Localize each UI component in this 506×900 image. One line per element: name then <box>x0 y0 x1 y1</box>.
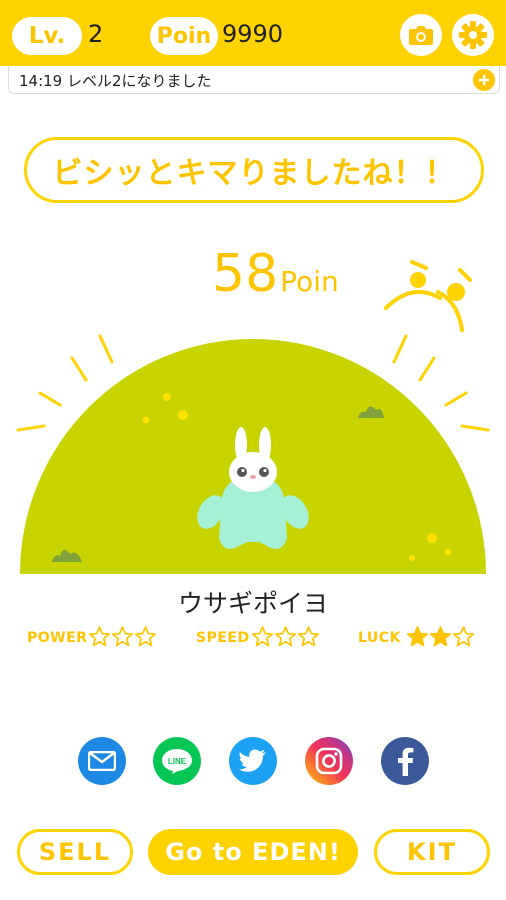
points-value: 9990 <box>222 20 284 48</box>
news-bar: 14:19 レベル2になりました <box>8 66 500 94</box>
mail-icon <box>88 751 116 771</box>
top-bar: Lv. 2 Poin 9990 <box>0 0 506 66</box>
stat-label-power: POWER <box>27 630 88 646</box>
share-twitter-button[interactable] <box>229 737 277 785</box>
star-filled-icon <box>430 626 451 647</box>
stat-stars-speed <box>251 625 320 651</box>
facebook-icon <box>398 747 414 776</box>
expand-news-button[interactable] <box>473 69 495 91</box>
star-empty-icon <box>112 626 133 647</box>
star-empty-icon <box>252 626 273 647</box>
points-badge: Poin <box>150 17 218 55</box>
go-to-eden-button[interactable]: Go to EDEN! <box>148 829 358 875</box>
instagram-icon <box>315 747 343 775</box>
camera-icon <box>409 26 433 45</box>
news-text: 14:19 レベル2になりました <box>19 72 212 90</box>
share-mail-button[interactable] <box>78 737 126 785</box>
share-facebook-button[interactable] <box>381 737 429 785</box>
share-line-button[interactable]: LINE <box>153 737 201 785</box>
stat-label-speed: SPEED <box>196 630 250 646</box>
character-name: ウサギポイヨ <box>177 589 328 618</box>
sell-button[interactable]: SELL <box>17 829 133 875</box>
stat-stars-power <box>88 625 157 651</box>
settings-button[interactable] <box>452 14 494 56</box>
earned-points: 58Poin <box>212 244 339 304</box>
star-filled-icon <box>407 626 428 647</box>
result-message: ビシッとキマりましたね！！ <box>24 137 484 203</box>
gear-icon <box>459 21 487 49</box>
star-empty-icon <box>135 626 156 647</box>
twitter-icon <box>239 749 266 772</box>
points-label: Poin <box>156 23 212 49</box>
stat-label-luck: LUCK <box>358 630 401 646</box>
svg-text:LINE: LINE <box>168 757 187 766</box>
level-value: 2 <box>88 20 104 48</box>
star-empty-icon <box>453 626 474 647</box>
earned-points-value: 58 <box>212 244 279 304</box>
camera-button[interactable] <box>400 14 442 56</box>
kit-button[interactable]: KIT <box>374 829 490 875</box>
stat-stars-luck <box>406 625 475 651</box>
plus-icon <box>479 75 489 85</box>
star-empty-icon <box>298 626 319 647</box>
star-empty-icon <box>275 626 296 647</box>
level-badge: Lv. <box>12 17 82 55</box>
share-instagram-button[interactable] <box>305 737 353 785</box>
star-empty-icon <box>89 626 110 647</box>
pointing-hand <box>384 260 472 332</box>
level-label: Lv. <box>28 23 66 49</box>
line-icon: LINE <box>162 749 192 774</box>
earned-points-unit: Poin <box>280 265 339 298</box>
